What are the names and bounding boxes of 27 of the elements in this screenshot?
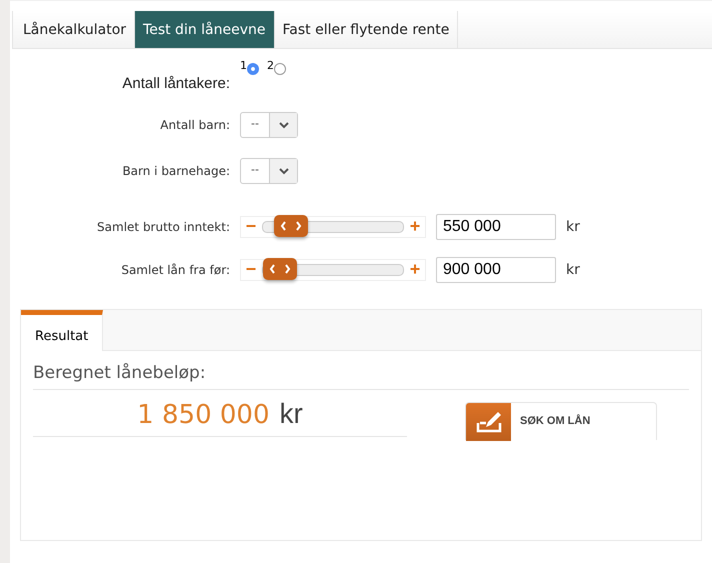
apply-button[interactable]: SØK OM LÅN [465, 402, 657, 440]
dropdown[interactable]: -- [240, 158, 298, 184]
slider-handle[interactable] [263, 258, 297, 280]
input-field[interactable]: 900 000 [436, 256, 556, 282]
radio-button[interactable] [274, 63, 286, 75]
radio-label: 2 [267, 59, 274, 72]
field-label: Samlet brutto inntekt: [96, 220, 231, 234]
pencil-icon [476, 411, 502, 433]
chevron-down-icon [278, 168, 288, 174]
slider-handle[interactable] [274, 214, 308, 236]
tab[interactable]: Resultat [21, 310, 104, 351]
field-label: Barn i barnehage: [121, 164, 231, 178]
currency-label: kr [280, 398, 303, 430]
tab[interactable]: Test din låneevne [135, 11, 274, 48]
result-heading: Beregnet lånebeløp: [33, 351, 689, 390]
chevron-down-icon [278, 122, 288, 128]
unit-label: kr [566, 262, 580, 278]
field-label: Antall låntakere: [121, 74, 231, 92]
loan-amount: 1 850 000 [137, 400, 270, 430]
tab[interactable]: Fast eller flytende rente [274, 11, 458, 48]
dropdown[interactable]: -- [240, 112, 298, 138]
input-field[interactable]: 550 000 [436, 214, 556, 240]
radio-label: 1 [240, 59, 247, 72]
field-label: Samlet lån fra før: [120, 262, 231, 276]
unit-label: kr [566, 218, 580, 234]
radio-button[interactable] [247, 63, 259, 75]
field-label: Antall barn: [159, 118, 231, 132]
